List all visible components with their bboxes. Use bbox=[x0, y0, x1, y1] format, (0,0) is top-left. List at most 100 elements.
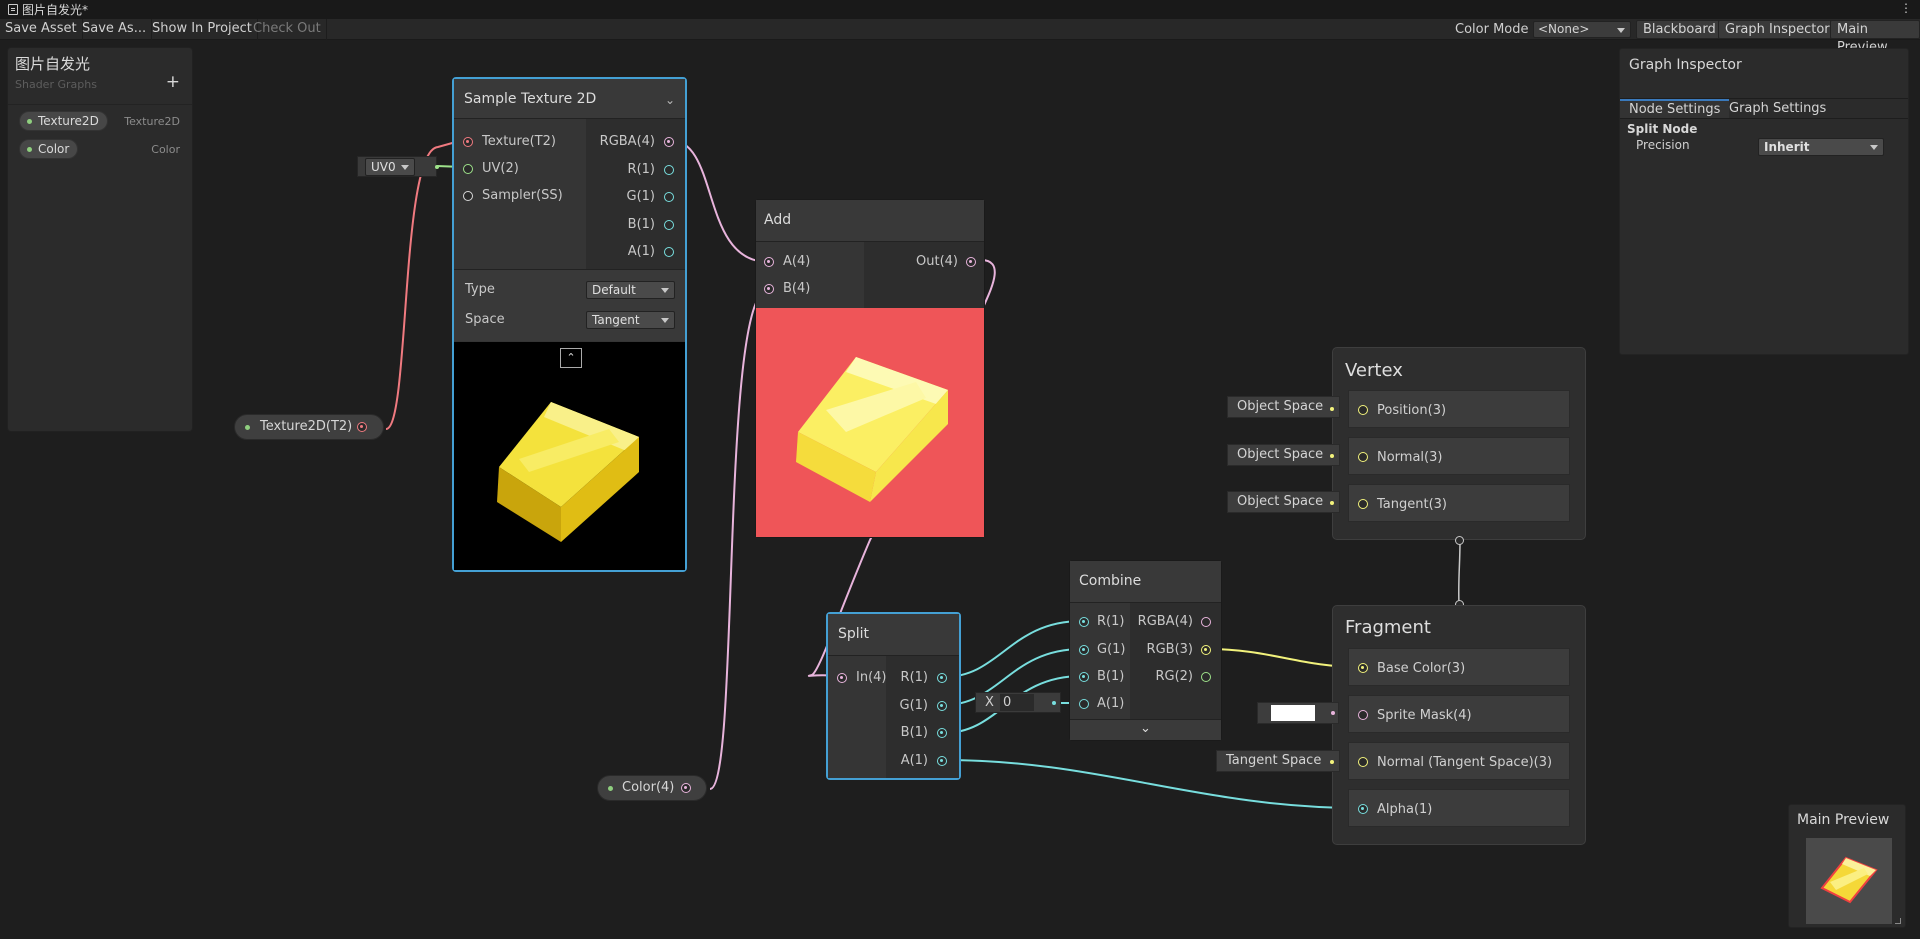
input-port-a[interactable] bbox=[1079, 699, 1089, 709]
input-port-sampler[interactable] bbox=[463, 191, 473, 201]
space-label: Space bbox=[465, 312, 505, 327]
main-preview-panel[interactable]: Main Preview bbox=[1788, 804, 1906, 928]
input-port-label: B(1) bbox=[1097, 669, 1125, 684]
blackboard-toggle-button[interactable]: Blackboard bbox=[1636, 20, 1723, 39]
show-in-project-button[interactable]: Show In Project bbox=[147, 19, 258, 40]
fragment-block-normal[interactable]: Normal (Tangent Space)(3) bbox=[1348, 742, 1570, 780]
output-port-a[interactable] bbox=[664, 247, 674, 257]
output-port-g[interactable] bbox=[937, 701, 947, 711]
collapse-preview-icon[interactable]: ⌃ bbox=[560, 348, 582, 368]
vertex-block-position[interactable]: Position(3) bbox=[1348, 390, 1570, 428]
output-port-b[interactable] bbox=[664, 220, 674, 230]
node-title: Split bbox=[838, 626, 870, 642]
input-port-uv[interactable] bbox=[463, 164, 473, 174]
output-port-label: RG(2) bbox=[1155, 669, 1193, 684]
expand-chevron-icon[interactable]: ⌄ bbox=[1070, 719, 1221, 740]
inspector-section-title: Split Node bbox=[1627, 122, 1698, 136]
output-port-r[interactable] bbox=[937, 673, 947, 683]
output-port-label: B(1) bbox=[900, 725, 928, 740]
output-port-a[interactable] bbox=[937, 756, 947, 766]
output-port-r[interactable] bbox=[664, 165, 674, 175]
field-value: Tangent Space bbox=[1226, 753, 1322, 768]
input-port-base-color[interactable] bbox=[1358, 663, 1368, 673]
node-header[interactable]: Add bbox=[756, 200, 984, 242]
tab-node-settings[interactable]: Node Settings bbox=[1620, 99, 1730, 119]
add-property-button[interactable]: + bbox=[166, 72, 180, 92]
uv-channel-dropdown[interactable]: UV0 bbox=[365, 158, 415, 176]
input-port-b[interactable] bbox=[764, 284, 774, 294]
node-header[interactable]: Combine bbox=[1070, 561, 1221, 603]
output-port-rgba[interactable] bbox=[1201, 617, 1211, 627]
precision-label: Precision bbox=[1636, 138, 1690, 152]
save-as-button[interactable]: Save As... bbox=[77, 19, 153, 40]
combine-a-default-field: X 0 bbox=[975, 692, 1061, 713]
collapse-chevron-icon[interactable]: ⌄ bbox=[665, 93, 675, 107]
vertex-block-normal[interactable]: Normal(3) bbox=[1348, 437, 1570, 475]
kebab-menu-icon[interactable]: ⋮ bbox=[1900, 1, 1912, 15]
combine-node[interactable]: Combine R(1) G(1) B(1) A(1) RGBA(4) RGB(… bbox=[1069, 560, 1222, 741]
position-space-field[interactable]: Object Space bbox=[1227, 396, 1340, 418]
input-port-position[interactable] bbox=[1358, 405, 1368, 415]
input-port-texture[interactable] bbox=[463, 137, 473, 147]
color-property-node[interactable]: Color(4) bbox=[597, 775, 707, 801]
output-port-label: B(1) bbox=[627, 217, 655, 232]
output-port-color[interactable] bbox=[681, 783, 691, 793]
sprite-mask-color-field[interactable] bbox=[1257, 702, 1339, 724]
color-swatch[interactable] bbox=[1271, 705, 1315, 721]
fragment-block-sprite-mask[interactable]: Sprite Mask(4) bbox=[1348, 695, 1570, 733]
input-port-alpha[interactable] bbox=[1358, 804, 1368, 814]
split-node[interactable]: Split In(4) R(1) G(1) B(1) A(1) bbox=[826, 612, 961, 780]
input-port-normal[interactable] bbox=[1358, 757, 1368, 767]
node-header[interactable]: Sample Texture 2D bbox=[454, 79, 685, 119]
type-dropdown[interactable]: Default bbox=[586, 281, 675, 299]
check-out-button[interactable]: Check Out bbox=[248, 19, 327, 40]
input-port-normal[interactable] bbox=[1358, 452, 1368, 462]
chevron-down-icon bbox=[401, 165, 409, 170]
divider bbox=[1620, 118, 1908, 119]
tab-graph-settings[interactable]: Graph Settings bbox=[1720, 99, 1835, 119]
blackboard-property-texture2d[interactable]: Texture2D bbox=[19, 111, 108, 131]
output-port-texture[interactable] bbox=[357, 422, 367, 432]
input-port-a[interactable] bbox=[764, 257, 774, 267]
normal-space-field[interactable]: Tangent Space bbox=[1216, 750, 1340, 772]
save-asset-button[interactable]: Save Asset bbox=[0, 19, 83, 40]
graph-inspector-panel[interactable]: Graph Inspector Node Settings Graph Sett… bbox=[1619, 48, 1909, 355]
blackboard-panel[interactable]: 图片自发光 Shader Graphs + Texture2D Texture2… bbox=[7, 47, 193, 432]
texture2d-property-node[interactable]: Texture2D(T2) bbox=[234, 414, 384, 440]
node-outputs bbox=[864, 242, 984, 308]
fragment-block-alpha[interactable]: Alpha(1) bbox=[1348, 789, 1570, 827]
resize-handle-icon[interactable] bbox=[1895, 918, 1901, 924]
output-port-out[interactable] bbox=[966, 257, 976, 267]
output-port-rgba[interactable] bbox=[664, 137, 674, 147]
precision-dropdown[interactable]: Inherit bbox=[1758, 138, 1884, 156]
input-port-b[interactable] bbox=[1079, 672, 1089, 682]
main-preview-toggle-button[interactable]: Main Preview bbox=[1830, 20, 1920, 55]
main-preview-viewport[interactable] bbox=[1806, 838, 1892, 924]
divider bbox=[8, 104, 192, 105]
fragment-block-base-color[interactable]: Base Color(3) bbox=[1348, 648, 1570, 686]
space-dropdown[interactable]: Tangent bbox=[586, 311, 675, 329]
output-port-rg[interactable] bbox=[1201, 672, 1211, 682]
node-header[interactable]: Split bbox=[828, 614, 959, 656]
input-port-r[interactable] bbox=[1079, 617, 1089, 627]
a-value-input[interactable]: 0 bbox=[1000, 694, 1034, 711]
input-port-g[interactable] bbox=[1079, 645, 1089, 655]
vertex-block-tangent[interactable]: Tangent(3) bbox=[1348, 484, 1570, 522]
input-port-sprite-mask[interactable] bbox=[1358, 710, 1368, 720]
color-mode-dropdown[interactable]: <None> bbox=[1533, 21, 1631, 38]
graph-inspector-toggle-button[interactable]: Graph Inspector bbox=[1718, 20, 1837, 39]
inspector-title: Graph Inspector bbox=[1629, 57, 1742, 73]
color-mode-label: Color Mode bbox=[1455, 22, 1529, 37]
output-port-rgb[interactable] bbox=[1201, 645, 1211, 655]
add-node[interactable]: Add A(4) B(4) Out(4) bbox=[755, 199, 985, 538]
sample-texture-2d-node[interactable]: Sample Texture 2D ⌄ Texture(T2) UV(2) Sa… bbox=[452, 77, 687, 572]
input-port-in[interactable] bbox=[837, 673, 847, 683]
blackboard-title: 图片自发光 bbox=[15, 55, 91, 73]
blackboard-property-color[interactable]: Color bbox=[19, 139, 79, 159]
output-port-g[interactable] bbox=[664, 192, 674, 202]
shader-graph-file-icon bbox=[8, 4, 18, 15]
normal-space-field[interactable]: Object Space bbox=[1227, 444, 1340, 466]
tangent-space-field[interactable]: Object Space bbox=[1227, 491, 1340, 513]
input-port-tangent[interactable] bbox=[1358, 499, 1368, 509]
output-port-b[interactable] bbox=[937, 728, 947, 738]
